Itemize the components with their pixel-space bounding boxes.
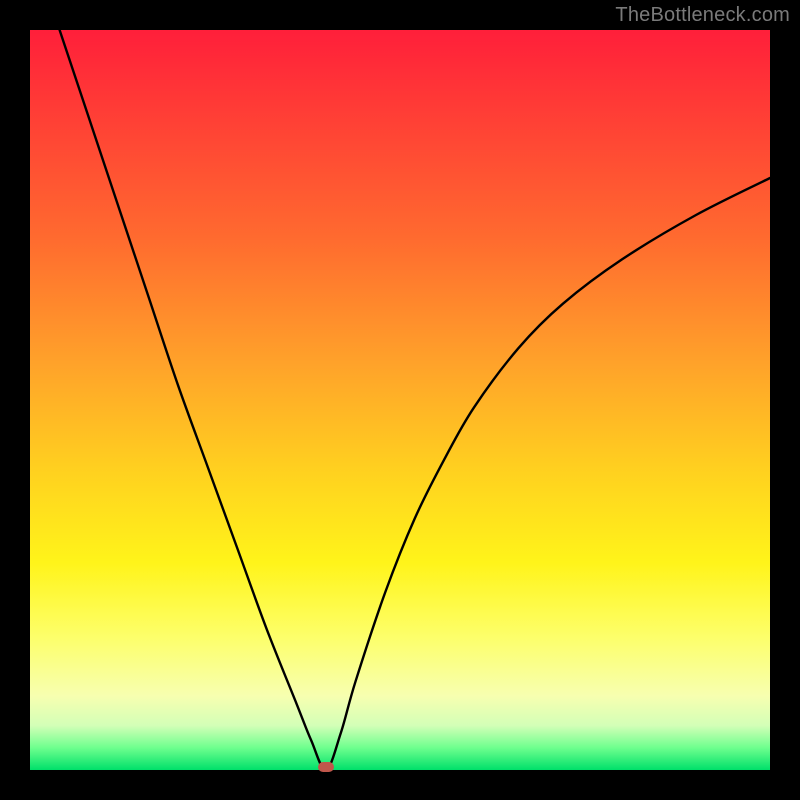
optimal-point-marker bbox=[318, 762, 334, 772]
chart-frame: TheBottleneck.com bbox=[0, 0, 800, 800]
watermark-text: TheBottleneck.com bbox=[615, 4, 790, 27]
bottleneck-curve bbox=[30, 30, 770, 770]
plot-area bbox=[30, 30, 770, 770]
